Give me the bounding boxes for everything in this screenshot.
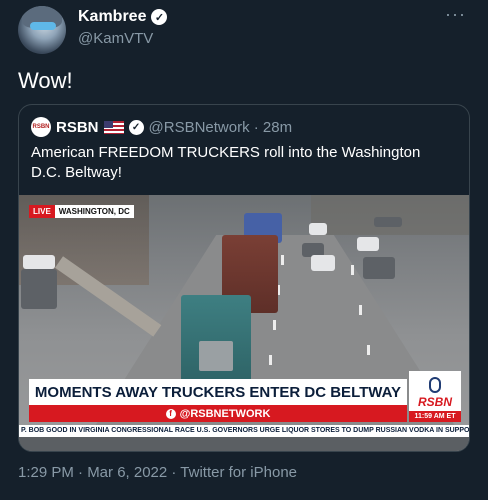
lane-marking [367,345,370,355]
car [357,237,379,251]
facebook-icon: f [165,408,176,419]
quoted-author-name[interactable]: RSBN [56,119,99,136]
teal-truck [181,295,251,385]
news-ticker: P. BOB GOOD IN VIRGINIA CONGRESSIONAL RA… [19,425,469,437]
video-player[interactable]: LIVE WASHINGTON, DC MOMENTS AWAY TRUCKER… [19,195,469,451]
author-avatar[interactable] [18,6,66,54]
social-handle-bar: f @RSBNETWORK [29,405,407,422]
microphone-icon [429,377,441,393]
ticker-lower-bar [19,437,469,451]
headline-banner: MOMENTS AWAY TRUCKERS ENTER DC BELTWAY [29,379,407,405]
logo-text: RSBN [417,395,452,409]
author-handle[interactable]: @KamVTV [78,30,153,47]
car [374,217,402,227]
trees-background [311,195,469,235]
car [23,255,55,269]
author-display-name[interactable]: Kambree [78,8,146,26]
network-logo: RSBN [409,371,461,411]
lane-marking [351,265,354,275]
quoted-author-handle[interactable]: @RSBNetwork · 28m [149,119,293,136]
quoted-tweet[interactable]: RSBN RSBN ✓ @RSBNetwork · 28m American F… [18,104,470,452]
car [363,257,395,279]
tweet-timestamp[interactable]: 1:29 PM · Mar 6, 2022 · Twitter for iPho… [18,464,297,481]
more-options-icon[interactable]: ··· [445,4,466,25]
social-handle: @RSBNETWORK [179,407,271,420]
author-name-row[interactable]: Kambree ✓ [78,8,168,26]
lane-marking [273,320,276,330]
lane-marking [281,255,284,265]
lane-marking [269,355,272,365]
avatar-glasses-shape [30,22,56,30]
quoted-tweet-header: RSBN RSBN ✓ @RSBNetwork · 28m [31,117,292,137]
tweet-text: Wow! [18,68,73,93]
lane-marking [359,305,362,315]
car [311,255,335,271]
verified-badge-icon: ✓ [151,9,168,25]
live-label: LIVE [29,205,55,218]
location-label: WASHINGTON, DC [54,205,134,218]
live-indicator: LIVE WASHINGTON, DC [29,205,134,218]
us-flag-icon [103,120,124,134]
quoted-author-avatar[interactable]: RSBN [31,117,51,137]
truck-grill [199,341,233,371]
verified-badge-icon: ✓ [128,119,144,135]
quoted-tweet-text: American FREEDOM TRUCKERS roll into the … [31,144,421,181]
broadcast-time: 11:59 AM ET [409,411,461,422]
car [21,269,57,309]
car [309,223,327,235]
